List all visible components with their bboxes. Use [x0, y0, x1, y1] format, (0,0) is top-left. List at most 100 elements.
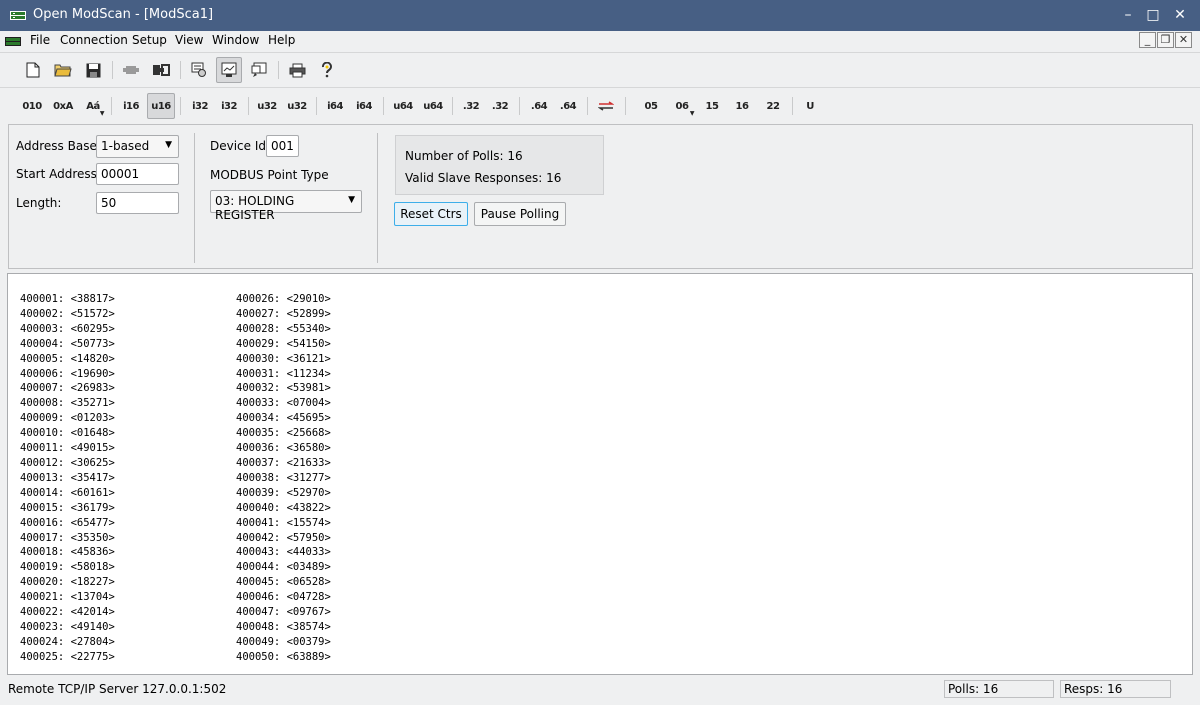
register-row[interactable]: 400020: <18227> [20, 575, 115, 590]
format-uint32-button[interactable]: u32 [254, 93, 280, 119]
format-uint64-swapped-button[interactable]: u64 [420, 93, 446, 119]
register-row[interactable]: 400030: <36121> [236, 352, 331, 367]
format-int16-button[interactable]: i16 [118, 93, 144, 119]
register-row[interactable]: 400023: <49140> [20, 620, 115, 635]
register-row[interactable]: 400031: <11234> [236, 367, 331, 382]
register-row[interactable]: 400026: <29010> [236, 292, 331, 307]
function-06-button[interactable]: 06 ▼ [668, 93, 696, 119]
register-row[interactable]: 400025: <22775> [20, 650, 115, 665]
show-traffic-icon[interactable] [216, 57, 242, 83]
register-row[interactable]: 400013: <35417> [20, 471, 115, 486]
register-row[interactable]: 400041: <15574> [236, 516, 331, 531]
register-row[interactable]: 400007: <26983> [20, 381, 115, 396]
function-15-button[interactable]: 15 [699, 93, 725, 119]
format-double-swapped-button[interactable]: .64 [555, 93, 581, 119]
format-uint16-button[interactable]: u16 [147, 93, 175, 119]
format-double-button[interactable]: .64 [526, 93, 552, 119]
function-05-button[interactable]: 05 [638, 93, 664, 119]
mdi-restore-button[interactable]: ❐ [1157, 32, 1174, 48]
format-int32-swapped-button[interactable]: i32 [216, 93, 242, 119]
register-row[interactable]: 400010: <01648> [20, 426, 115, 441]
length-field[interactable]: 50 [96, 192, 179, 214]
format-hex-button[interactable]: 0xA [50, 93, 76, 119]
mdi-minimize-button[interactable]: _ [1139, 32, 1156, 48]
format-float-swapped-button[interactable]: .32 [487, 93, 513, 119]
register-row[interactable]: 400039: <52970> [236, 486, 331, 501]
register-row[interactable]: 400028: <55340> [236, 322, 331, 337]
register-row[interactable]: 400002: <51572> [20, 307, 115, 322]
register-row[interactable]: 400003: <60295> [20, 322, 115, 337]
format-ansi-button[interactable]: Aá ▼ [80, 93, 106, 119]
new-file-icon[interactable] [20, 57, 46, 83]
register-row[interactable]: 400033: <07004> [236, 396, 331, 411]
register-row[interactable]: 400008: <35271> [20, 396, 115, 411]
register-row[interactable]: 400038: <31277> [236, 471, 331, 486]
swap-arrows-icon[interactable] [593, 93, 619, 119]
menu-connection[interactable]: Connection [60, 33, 128, 47]
register-row[interactable]: 400017: <35350> [20, 531, 115, 546]
register-row[interactable]: 400035: <25668> [236, 426, 331, 441]
register-row[interactable]: 400016: <65477> [20, 516, 115, 531]
register-row[interactable]: 400024: <27804> [20, 635, 115, 650]
format-float-button[interactable]: .32 [458, 93, 484, 119]
register-row[interactable]: 400018: <45836> [20, 545, 115, 560]
register-row[interactable]: 400043: <44033> [236, 545, 331, 560]
register-row[interactable]: 400022: <42014> [20, 605, 115, 620]
address-base-combo[interactable]: 1-based ▼ [96, 135, 179, 158]
register-row[interactable]: 400019: <58018> [20, 560, 115, 575]
register-row[interactable]: 400004: <50773> [20, 337, 115, 352]
register-row[interactable]: 400015: <36179> [20, 501, 115, 516]
menu-view[interactable]: View [175, 33, 203, 47]
log-icon[interactable] [246, 57, 272, 83]
register-row[interactable]: 400012: <30625> [20, 456, 115, 471]
point-type-combo[interactable]: 03: HOLDING REGISTER ▼ [210, 190, 362, 222]
register-display[interactable]: 400001: <38817> 400002: <51572> 400003: <6… [7, 273, 1193, 675]
register-row[interactable]: 400049: <00379> [236, 635, 331, 650]
disconnect-icon[interactable] [118, 57, 144, 83]
function-16-button[interactable]: 16 [729, 93, 755, 119]
connect-icon[interactable] [148, 57, 174, 83]
format-uint32-swapped-button[interactable]: u32 [284, 93, 310, 119]
save-icon[interactable] [80, 57, 106, 83]
register-row[interactable]: 400032: <53981> [236, 381, 331, 396]
register-row[interactable]: 400014: <60161> [20, 486, 115, 501]
register-row[interactable]: 400037: <21633> [236, 456, 331, 471]
maximize-button[interactable]: □ [1141, 4, 1165, 28]
mdi-close-button[interactable]: ✕ [1175, 32, 1192, 48]
start-address-field[interactable]: 00001 [96, 163, 179, 185]
print-icon[interactable] [284, 57, 310, 83]
register-row[interactable]: 400005: <14820> [20, 352, 115, 367]
register-row[interactable]: 400047: <09767> [236, 605, 331, 620]
register-row[interactable]: 400027: <52899> [236, 307, 331, 322]
format-int32-button[interactable]: i32 [187, 93, 213, 119]
register-row[interactable]: 400006: <19690> [20, 367, 115, 382]
format-uint64-button[interactable]: u64 [390, 93, 416, 119]
register-row[interactable]: 400021: <13704> [20, 590, 115, 605]
register-row[interactable]: 400034: <45695> [236, 411, 331, 426]
register-row[interactable]: 400036: <36580> [236, 441, 331, 456]
register-row[interactable]: 400042: <57950> [236, 531, 331, 546]
register-row[interactable]: 400011: <49015> [20, 441, 115, 456]
format-int64-swapped-button[interactable]: i64 [351, 93, 377, 119]
register-row[interactable]: 400044: <03489> [236, 560, 331, 575]
menu-file[interactable]: File [30, 33, 50, 47]
register-row[interactable]: 400045: <06528> [236, 575, 331, 590]
data-definition-icon[interactable] [186, 57, 212, 83]
reset-counters-button[interactable]: Reset Ctrs [394, 202, 468, 226]
minimize-button[interactable]: – [1116, 4, 1140, 28]
format-int64-button[interactable]: i64 [322, 93, 348, 119]
pause-polling-button[interactable]: Pause Polling [474, 202, 566, 226]
help-icon[interactable] [314, 57, 340, 83]
register-row[interactable]: 400046: <04728> [236, 590, 331, 605]
device-id-field[interactable]: 001 [266, 135, 299, 157]
register-row[interactable]: 400009: <01203> [20, 411, 115, 426]
menu-window[interactable]: Window [212, 33, 259, 47]
open-folder-icon[interactable] [50, 57, 76, 83]
register-row[interactable]: 400048: <38574> [236, 620, 331, 635]
menu-help[interactable]: Help [268, 33, 295, 47]
function-22-button[interactable]: 22 [760, 93, 786, 119]
register-row[interactable]: 400029: <54150> [236, 337, 331, 352]
title-bar[interactable]: Open ModScan - [ModSca1] – □ ✕ [0, 0, 1200, 31]
register-row[interactable]: 400040: <43822> [236, 501, 331, 516]
register-row[interactable]: 400050: <63889> [236, 650, 331, 665]
